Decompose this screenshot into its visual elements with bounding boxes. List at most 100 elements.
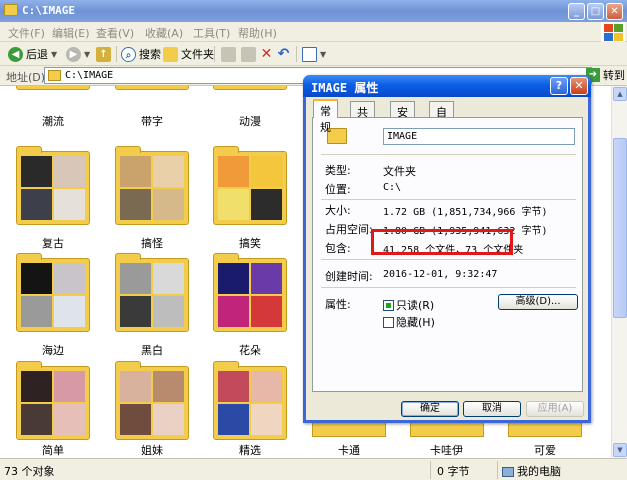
go-button[interactable]: ➜ 转到 [586, 67, 625, 83]
advanced-button[interactable]: 高级(D)... [498, 294, 578, 310]
folder-tile[interactable] [312, 423, 386, 437]
minimize-button[interactable]: _ [568, 3, 585, 20]
toolbar: ◀ 后退 ▼ ▶ ▼ ↑ ⌕ 搜索 文件夹 ✕ ↶ ▼ [0, 42, 627, 66]
close-button[interactable]: ✕ [606, 3, 623, 20]
created-value: 2016-12-01, 9:32:47 [383, 269, 498, 280]
type-label: 类型: [325, 164, 351, 177]
chevron-down-icon: ▼ [320, 49, 327, 59]
folder-thumbnails [120, 371, 184, 435]
back-button[interactable]: ◀ 后退 ▼ [8, 46, 57, 62]
dialog-title: IMAGE 属性 [311, 81, 379, 95]
forward-arrow-icon: ▶ [66, 46, 81, 62]
size-label: 大小: [325, 204, 351, 217]
folder-thumbnails [21, 156, 85, 220]
type-value: 文件夹 [383, 165, 416, 178]
status-bar: 73 个对象 0 字节 我的电脑 [0, 458, 627, 480]
folders-button[interactable]: 文件夹 [163, 46, 214, 62]
windows-logo-icon [601, 22, 625, 42]
folder-label: 花朵 [239, 344, 261, 357]
menu-favorites[interactable]: 收藏(A) [145, 25, 183, 41]
location-label: 位置: [325, 183, 351, 196]
folder-icon [4, 4, 18, 16]
menu-tools[interactable]: 工具(T) [193, 25, 230, 41]
contains-label: 包含: [325, 242, 351, 255]
back-label: 后退 [26, 48, 48, 61]
up-folder-button[interactable]: ↑ [96, 46, 111, 62]
scrollbar-thumb[interactable] [613, 138, 627, 318]
status-object-count: 73 个对象 [4, 465, 55, 478]
folder-thumbnails [218, 371, 282, 435]
folder-label: 复古 [42, 237, 64, 250]
folder-thumbnails [21, 263, 85, 327]
tab-customize[interactable]: 自定义 [429, 101, 454, 151]
delete-button[interactable]: ✕ [259, 46, 274, 62]
status-location: 我的电脑 [502, 463, 561, 479]
location-value: C:\ [383, 182, 402, 193]
created-label: 创建时间: [325, 270, 373, 283]
undo-icon: ↶ [277, 45, 290, 62]
folder-label: 精选 [239, 444, 261, 457]
back-arrow-icon: ◀ [8, 46, 23, 62]
folder-tile[interactable] [410, 423, 484, 437]
size-value: 1.72 GB (1,851,734,966 字节) [383, 207, 548, 218]
menu-view[interactable]: 查看(V) [96, 25, 134, 41]
folder-label: 带字 [141, 115, 163, 128]
chevron-down-icon: ▼ [51, 49, 58, 59]
move-to-button[interactable] [221, 46, 236, 62]
ok-button[interactable]: 确定 [401, 401, 459, 417]
folder-label: 海边 [42, 344, 64, 357]
folder-label: 搞笑 [239, 237, 261, 250]
apply-button[interactable]: 应用(A) [526, 401, 584, 417]
search-icon: ⌕ [121, 46, 136, 62]
folder-label: 卡哇伊 [430, 444, 463, 457]
forward-button[interactable]: ▶ ▼ [66, 46, 90, 62]
tab-general[interactable]: 常规 [313, 99, 338, 134]
menu-edit[interactable]: 编辑(E) [52, 25, 90, 41]
scroll-down-icon[interactable]: ▼ [613, 443, 627, 457]
menu-bar: 文件(F) 编辑(E) 查看(V) 收藏(A) 工具(T) 帮助(H) [0, 22, 627, 42]
menu-file[interactable]: 文件(F) [8, 25, 45, 41]
address-path: C:\IMAGE [65, 70, 114, 81]
folders-label: 文件夹 [181, 48, 214, 61]
folder-label: 搞怪 [141, 237, 163, 250]
window-titlebar: C:\IMAGE _ □ ✕ [0, 0, 627, 22]
vertical-scrollbar[interactable]: ▲ ▼ [611, 86, 627, 458]
views-grid-icon [302, 46, 317, 62]
search-button[interactable]: ⌕ 搜索 [121, 46, 161, 62]
menu-help[interactable]: 帮助(H) [238, 25, 277, 41]
folder-thumbnails [218, 263, 282, 327]
go-label: 转到 [603, 69, 625, 82]
tab-security[interactable]: 安全 [390, 101, 415, 135]
folder-icon [163, 46, 178, 62]
hidden-checkbox[interactable]: 隐藏(H) [383, 314, 435, 330]
search-label: 搜索 [139, 48, 161, 61]
window-title: C:\IMAGE [22, 4, 75, 17]
folder-label: 黑白 [141, 344, 163, 357]
views-button[interactable]: ▼ [302, 46, 326, 62]
copy-to-button[interactable] [241, 46, 256, 62]
move-to-icon [221, 46, 236, 62]
chevron-down-icon: ▼ [84, 49, 91, 59]
folder-name-field[interactable]: IMAGE [383, 128, 575, 145]
checkbox-indeterminate-icon [383, 299, 394, 311]
maximize-button[interactable]: □ [587, 3, 604, 20]
tab-sharing[interactable]: 共享 [350, 101, 375, 135]
help-button[interactable]: ? [550, 77, 568, 95]
dialog-close-button[interactable]: ✕ [570, 77, 588, 95]
folder-label: 潮流 [42, 115, 64, 128]
copy-to-icon [241, 46, 256, 62]
folder-label: 卡通 [338, 444, 360, 457]
readonly-checkbox[interactable]: 只读(R) [383, 297, 434, 313]
cancel-button[interactable]: 取消 [463, 401, 521, 417]
undo-button[interactable]: ↶ [276, 46, 291, 62]
folder-tile[interactable] [508, 423, 582, 437]
folder-label: 简单 [42, 444, 64, 457]
scroll-up-icon[interactable]: ▲ [613, 87, 627, 101]
folder-icon [48, 70, 61, 81]
folder-label: 可爱 [534, 444, 556, 457]
up-folder-icon: ↑ [96, 46, 111, 62]
dialog-titlebar: IMAGE 属性 ? ✕ [303, 75, 591, 97]
folder-label: 动漫 [239, 115, 261, 128]
folder-thumbnails [21, 371, 85, 435]
checkbox-icon [383, 316, 394, 328]
